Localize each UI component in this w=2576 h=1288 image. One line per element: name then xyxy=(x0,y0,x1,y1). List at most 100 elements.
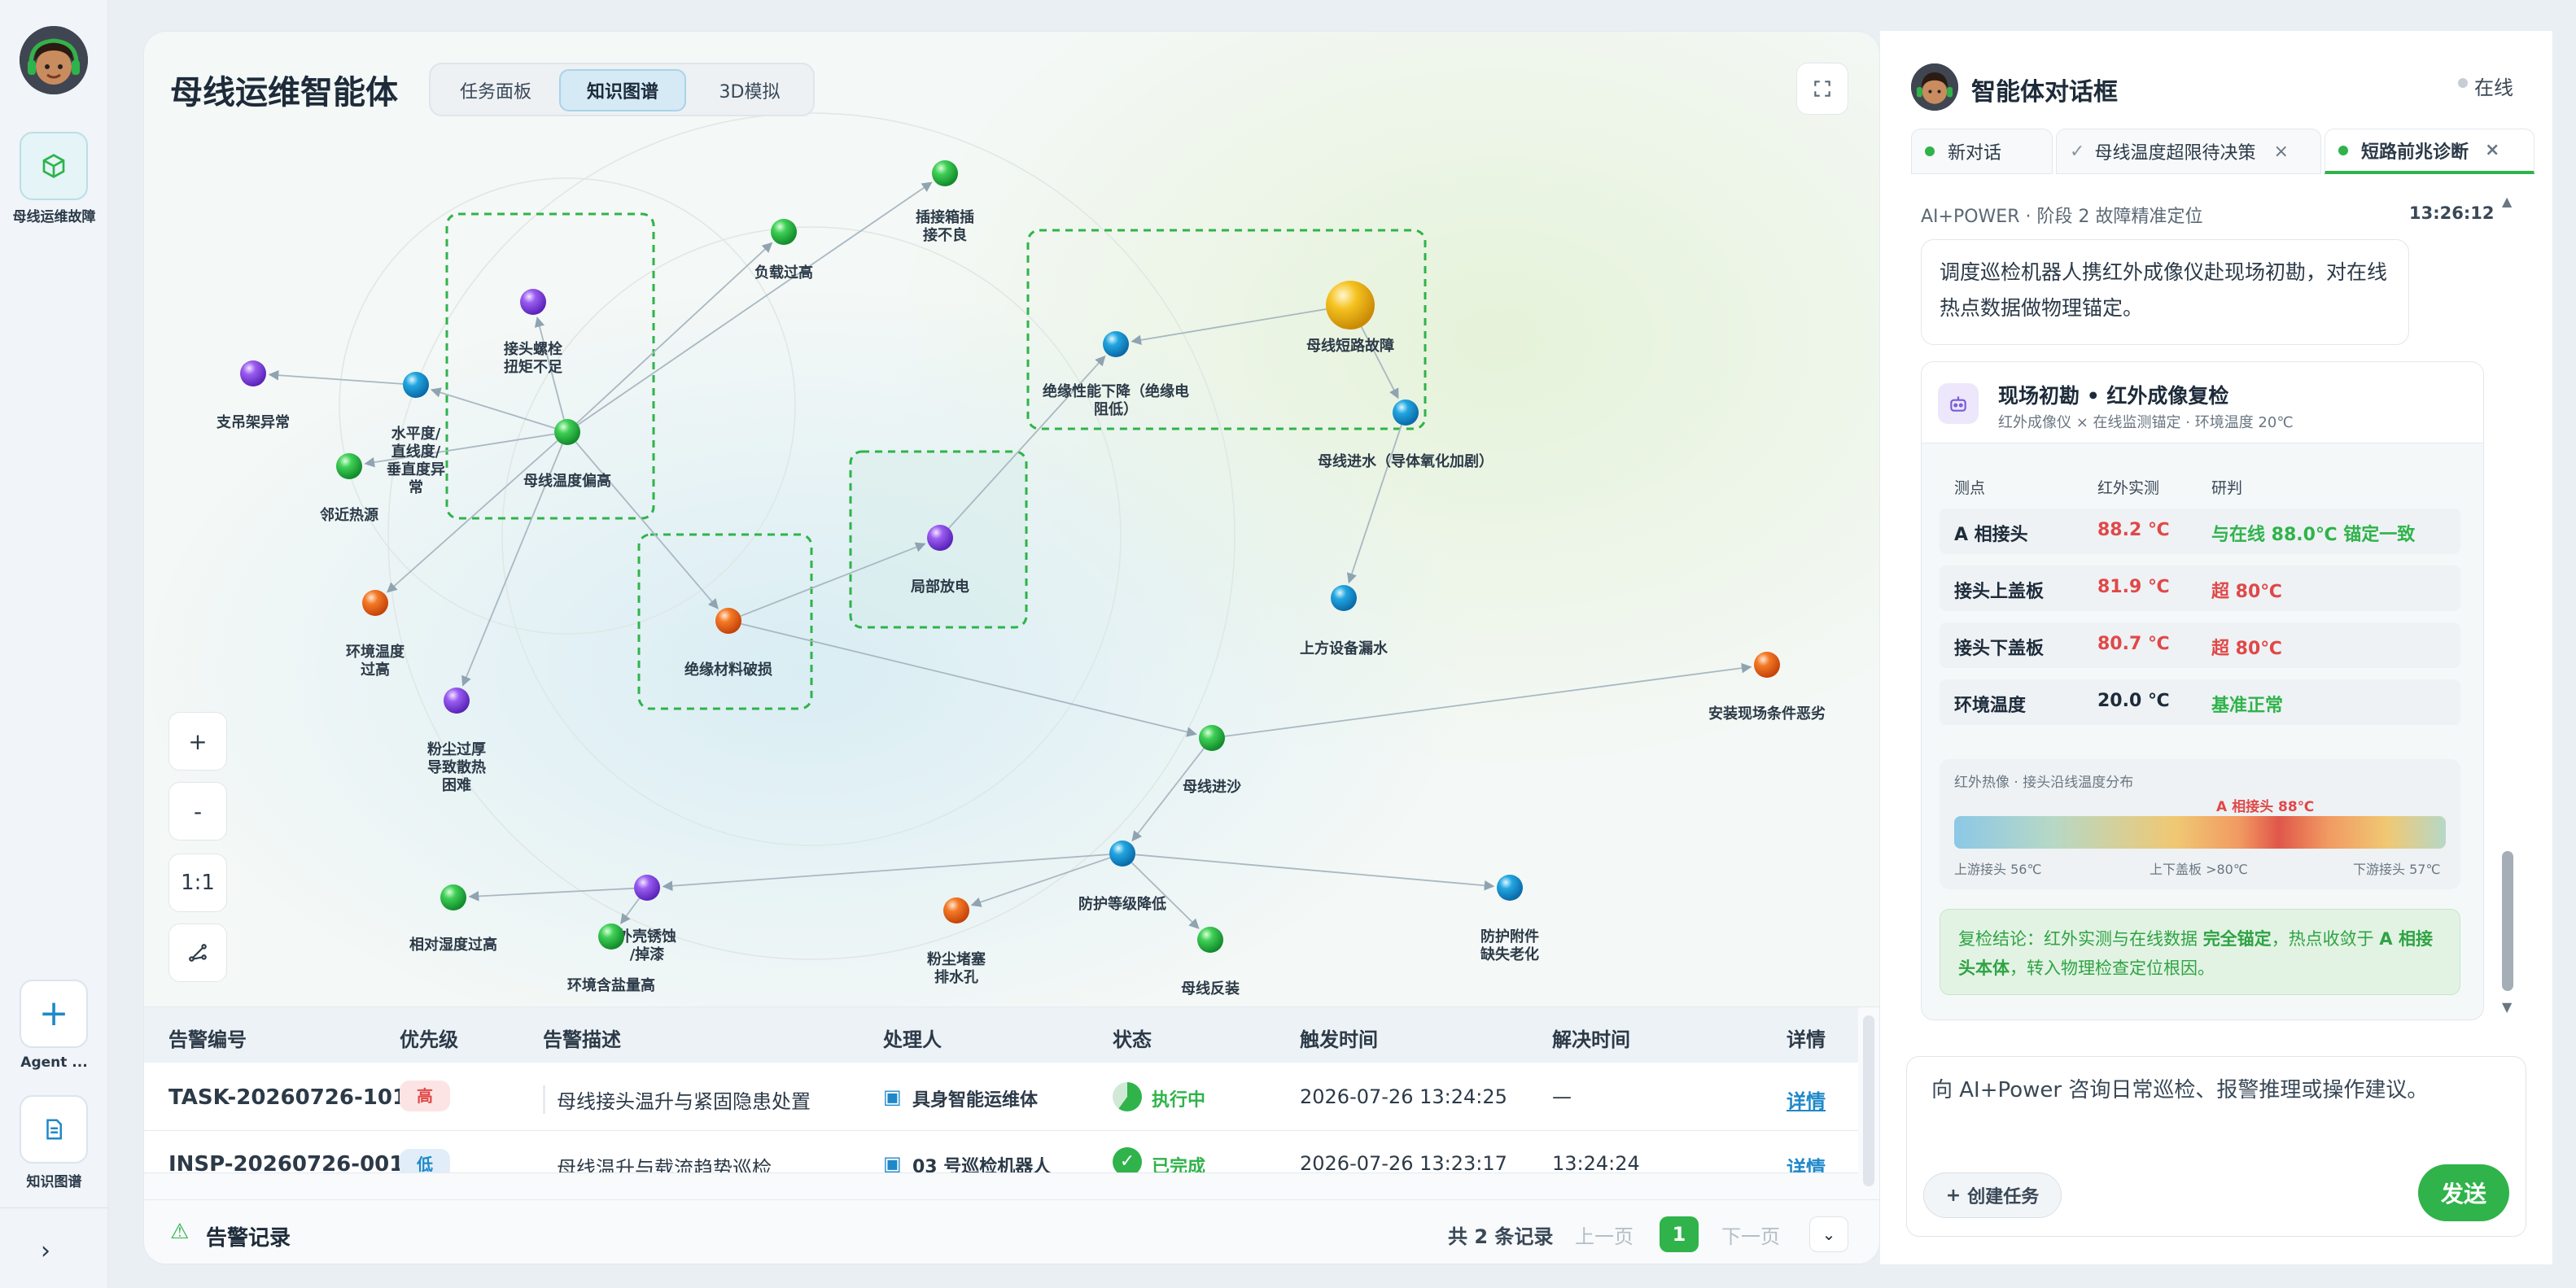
graph-node[interactable] xyxy=(715,608,741,634)
graph-node[interactable] xyxy=(1199,725,1225,751)
card-row: A 相接头 88.2 ℃ 与在线 88.0℃ 锚定一致 xyxy=(1940,509,2460,554)
nav-knowledge-button[interactable] xyxy=(20,1095,88,1164)
priority-badge: 高 xyxy=(400,1081,450,1111)
graph-node[interactable] xyxy=(240,360,266,386)
row-judge: 与在线 88.0℃ 锚定一致 xyxy=(2211,525,2416,545)
document-icon xyxy=(46,1119,62,1140)
graph-node[interactable] xyxy=(634,875,660,901)
thermal-title: 红外热像 · 接头沿线温度分布 xyxy=(1954,775,2134,791)
graph-node[interactable] xyxy=(444,688,470,714)
card-row: 环境温度 20.0 ℃ 基准正常 xyxy=(1940,679,2460,725)
chat-input-box[interactable]: 向 AI+Power 咨询日常巡检、报警推理或操作建议。 + 创建任务 发送 xyxy=(1906,1056,2526,1237)
graph-node[interactable] xyxy=(771,219,797,245)
detail-link[interactable]: 详情 xyxy=(1787,1085,1826,1114)
graph-node[interactable] xyxy=(927,525,953,551)
tab-task-panel[interactable]: 任务面板 xyxy=(435,69,556,111)
graph-edge xyxy=(576,242,773,424)
page-number-button[interactable]: 1 xyxy=(1660,1216,1699,1252)
node-label: 插接箱插 xyxy=(916,208,974,226)
node-label: 直线度/ xyxy=(391,443,441,461)
graph-node[interactable] xyxy=(1497,875,1523,901)
col-detail: 详情 xyxy=(1787,1028,1826,1051)
detail-link[interactable]: 详情 xyxy=(1787,1152,1826,1172)
chat-scrollbar[interactable] xyxy=(2502,851,2513,991)
node-label: 母线进沙 xyxy=(1183,778,1241,796)
graph-node[interactable] xyxy=(403,372,429,398)
graph-node[interactable] xyxy=(336,453,362,479)
online-status: 在线 xyxy=(2474,76,2513,99)
node-label: 导致散热 xyxy=(427,758,486,776)
tab-3d-simulation[interactable]: 3D模拟 xyxy=(689,69,810,111)
chat-title: 智能体对话框 xyxy=(1971,78,2118,107)
agent-label: Agent ... xyxy=(20,1054,88,1071)
close-icon[interactable]: × xyxy=(2273,142,2288,162)
card-title: 现场初勘 • 红外成像复检 xyxy=(1998,384,2229,408)
graph-node[interactable] xyxy=(520,289,546,315)
node-label: 母线反装 xyxy=(1181,980,1240,998)
col-priority: 优先级 xyxy=(400,1028,458,1051)
node-label: 困难 xyxy=(442,776,471,794)
graph-node[interactable] xyxy=(1326,281,1375,330)
scroll-up-icon[interactable]: ▲ xyxy=(2502,194,2512,209)
send-button[interactable]: 发送 xyxy=(2418,1164,2509,1221)
graph-node[interactable] xyxy=(598,923,624,950)
footer-title: 告警记录 xyxy=(206,1226,291,1251)
graph-node[interactable] xyxy=(943,897,969,923)
node-label: 水平度/ xyxy=(391,425,441,443)
node-label: 过高 xyxy=(361,661,390,679)
table-header: 告警编号 优先级 告警描述 处理人 状态 触发时间 解决时间 详情 xyxy=(144,1007,1858,1063)
table-scrollbar[interactable] xyxy=(1863,1015,1874,1186)
collapse-chevron-icon[interactable]: ⌄ xyxy=(1809,1216,1848,1252)
graph-node[interactable] xyxy=(1109,840,1135,867)
node-label: 常 xyxy=(409,478,423,496)
graph-node[interactable] xyxy=(1197,927,1223,953)
zoom-in-button[interactable]: + xyxy=(168,712,227,771)
zoom-out-button[interactable]: - xyxy=(168,782,227,840)
nav-fault-button[interactable] xyxy=(20,132,88,200)
col-id: 告警编号 xyxy=(168,1028,247,1051)
chat-tab-temp[interactable]: ✓ 母线温度超限待决策 × xyxy=(2056,129,2321,174)
graph-node[interactable] xyxy=(1331,585,1357,611)
node-label: 绝缘性能下降（绝缘电 xyxy=(1043,382,1189,400)
expand-chevron-icon[interactable]: › xyxy=(41,1237,50,1265)
node-label: 环境含盐量高 xyxy=(567,976,655,994)
layout-button[interactable] xyxy=(168,923,227,982)
node-label: 排水孔 xyxy=(934,968,978,986)
scroll-down-icon[interactable]: ▼ xyxy=(2502,999,2512,1015)
graph-node[interactable] xyxy=(1103,331,1129,357)
graph-node[interactable] xyxy=(1754,652,1780,678)
agent-add-button[interactable]: + xyxy=(20,980,88,1048)
close-icon[interactable]: × xyxy=(2485,140,2499,160)
alarm-id: INSP-20260726-001 xyxy=(168,1152,405,1173)
alarm-desc: 母线温升与载流趋势巡检 xyxy=(557,1157,772,1173)
chat-tab-new[interactable]: 新对话 xyxy=(1911,129,2053,174)
graph-node[interactable] xyxy=(362,590,388,616)
knowledge-graph[interactable]: 插接箱插接不良负载过高接头螺栓扭矩不足支吊架异常水平度/直线度/垂直度异常 母线温… xyxy=(144,32,1880,1006)
main-panel: 插接箱插 接不良 负载过高 接头螺栓 扭矩不足 支吊架异常 水平度/直线度/垂直度异常母线温… xyxy=(143,31,1880,1264)
graph-node[interactable] xyxy=(932,160,958,186)
user-avatar[interactable] xyxy=(20,26,88,94)
priority-badge: 低 xyxy=(400,1149,450,1172)
fullscreen-button[interactable] xyxy=(1796,63,1848,115)
resolve-time: — xyxy=(1552,1085,1572,1108)
next-page-button[interactable]: 下一页 xyxy=(1721,1216,1780,1252)
row-judge: 超 80℃ xyxy=(2211,639,2282,659)
node-label: 垂直度异 xyxy=(387,461,445,478)
alarm-id: TASK-20260726-101 xyxy=(168,1085,408,1110)
trigger-time: 2026-07-26 13:24:25 xyxy=(1300,1085,1507,1108)
table-row[interactable]: INSP-20260726-001 低 母线温升与载流趋势巡检 ▣ 03 号巡检… xyxy=(144,1131,1858,1173)
graph-node[interactable] xyxy=(1393,399,1419,426)
inspection-card: 现场初勘 • 红外成像复检 红外成像仪 × 在线监测锚定 · 环境温度 20℃ … xyxy=(1921,361,2484,1020)
graph-node[interactable] xyxy=(554,419,580,445)
graph-node[interactable] xyxy=(440,884,466,910)
page-title: 母线运维智能体 xyxy=(170,74,398,111)
chat-tab-short[interactable]: 短路前兆诊断 × xyxy=(2325,129,2534,174)
chat-input-placeholder[interactable]: 向 AI+Power 咨询日常巡检、报警推理或操作建议。 xyxy=(1931,1073,2428,1103)
prev-page-button[interactable]: 上一页 xyxy=(1575,1216,1634,1252)
create-task-button[interactable]: + 创建任务 xyxy=(1923,1172,2062,1218)
tab-knowledge-graph[interactable]: 知识图谱 xyxy=(559,69,686,111)
table-row[interactable]: TASK-20260726-101 高 母线接头温升与紧固隐患处置 ▣ 具身智能… xyxy=(144,1063,1858,1131)
node-label: 绝缘材料破损 xyxy=(684,661,772,679)
zoom-reset-button[interactable]: 1:1 xyxy=(168,854,227,912)
row-judge: 基准正常 xyxy=(2211,696,2284,716)
